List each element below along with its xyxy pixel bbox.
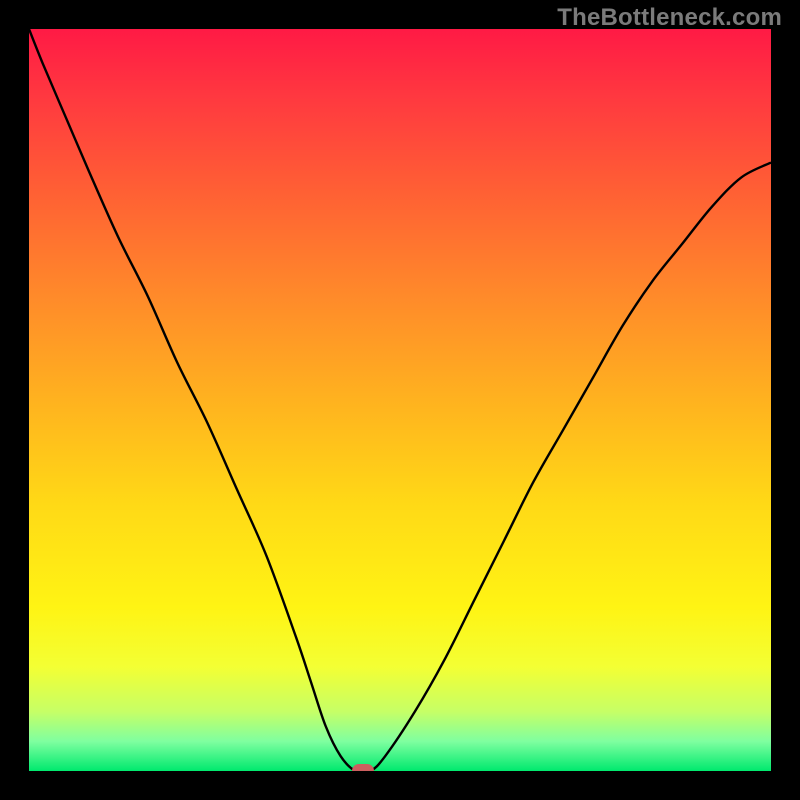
plot-area — [29, 29, 771, 771]
watermark-text: TheBottleneck.com — [557, 4, 782, 32]
optimal-point-marker — [352, 764, 374, 771]
curve-path — [29, 29, 771, 771]
bottleneck-curve — [29, 29, 771, 771]
chart-frame: TheBottleneck.com — [0, 0, 800, 800]
